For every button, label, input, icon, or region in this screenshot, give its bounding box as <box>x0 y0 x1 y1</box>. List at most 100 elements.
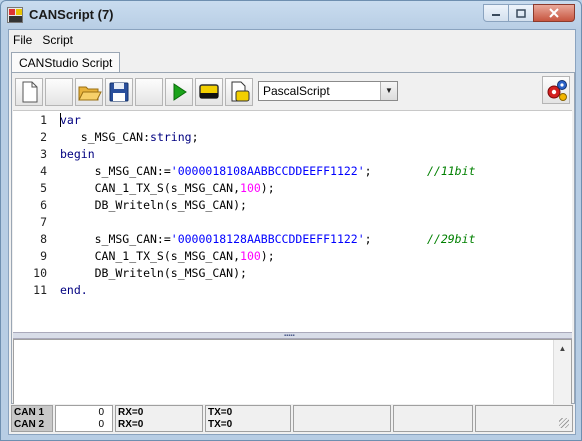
folder-icon <box>78 86 102 101</box>
code-token: 100 <box>240 181 261 195</box>
can1-tx: TX=0 <box>208 407 233 418</box>
code-text: end. <box>60 282 88 299</box>
line-number: 2 <box>40 130 47 144</box>
blank-button[interactable] <box>45 78 73 106</box>
editor-output-splitter[interactable]: ▪▪▪▪▪ <box>13 332 572 339</box>
code-token: string <box>150 130 192 144</box>
code-token: DB_Writeln(s_MSG_CAN); <box>60 198 247 212</box>
save-icon <box>109 82 129 102</box>
toolbar <box>15 76 255 108</box>
close-button[interactable] <box>533 4 575 22</box>
menu-script[interactable]: Script <box>38 33 79 47</box>
chevron-down-icon[interactable]: ▼ <box>380 82 397 100</box>
code-token: end. <box>60 283 88 297</box>
code-token: s_MSG_CAN:= <box>60 232 171 246</box>
tab-strip: CANStudio Script <box>9 51 575 74</box>
code-text: s_MSG_CAN:string; <box>60 129 199 146</box>
code-token: '0000018108AABBCCDDEEFF1122' <box>170 164 365 178</box>
blank-button-2[interactable] <box>135 78 163 106</box>
minimize-button[interactable] <box>483 4 509 22</box>
main-window: CANScript (7) File Script CANStudio Scri… <box>0 0 582 441</box>
stop-button[interactable] <box>195 78 223 106</box>
window-title: CANScript (7) <box>29 7 114 22</box>
minimize-icon <box>492 14 500 16</box>
code-token: //11bit <box>426 164 476 178</box>
step-button[interactable] <box>225 78 253 106</box>
can2-label: CAN 2 <box>14 419 45 430</box>
line-number: 3 <box>40 147 47 161</box>
code-text: s_MSG_CAN:='0000018128AABBCCDDEEFF1122';… <box>60 231 476 248</box>
line-number: 5 <box>40 181 47 195</box>
code-token: //29bit <box>426 232 476 246</box>
can-labels: CAN 1 CAN 2 <box>11 405 53 432</box>
gears-icon <box>547 80 567 101</box>
scroll-up-icon[interactable]: ▲ <box>554 340 571 357</box>
code-token: begin <box>60 147 95 161</box>
code-token: s_MSG_CAN:= <box>60 164 171 178</box>
language-select-value: PascalScript <box>263 84 330 98</box>
code-text: var <box>60 112 81 129</box>
client-area: File Script CANStudio Script PascalScrip… <box>8 29 576 435</box>
line-number: 6 <box>40 198 47 212</box>
close-icon <box>549 8 559 18</box>
settings-button[interactable] <box>542 76 570 104</box>
open-button[interactable] <box>75 78 103 106</box>
code-token: ; <box>364 164 427 178</box>
status-bar: CAN 1 CAN 2 0 0 RX=0 RX=0 TX=0 TX=0 <box>9 404 575 434</box>
can2-tx: TX=0 <box>208 419 233 430</box>
code-text: CAN_1_TX_S(s_MSG_CAN,100); <box>60 248 275 265</box>
line-number: 9 <box>40 249 47 263</box>
can2-rx: RX=0 <box>118 419 144 430</box>
maximize-icon <box>516 8 526 18</box>
code-token: ; <box>191 130 199 144</box>
new-button[interactable] <box>15 78 43 106</box>
caption-buttons <box>483 4 575 22</box>
code-token: CAN_1_TX_S(s_MSG_CAN, <box>60 249 241 263</box>
title-bar[interactable]: CANScript (7) <box>1 1 581 29</box>
new-document-icon <box>22 81 38 103</box>
rx-status: RX=0 RX=0 <box>115 405 203 432</box>
play-icon <box>173 83 187 101</box>
resize-grip-icon[interactable] <box>559 418 569 428</box>
code-token: DB_Writeln(s_MSG_CAN); <box>60 266 247 280</box>
code-token: '0000018128AABBCCDDEEFF1122' <box>170 232 365 246</box>
save-button[interactable] <box>105 78 133 106</box>
can1-rx: RX=0 <box>118 407 144 418</box>
text-caret <box>60 113 61 127</box>
can1-count: 0 <box>98 407 104 418</box>
code-text: s_MSG_CAN:='0000018108AABBCCDDEEFF1122';… <box>60 163 476 180</box>
code-token: ); <box>260 181 275 195</box>
can-counts: 0 0 <box>55 405 113 432</box>
menu-bar: File Script <box>9 30 575 50</box>
tx-status: TX=0 TX=0 <box>205 405 291 432</box>
code-token: CAN_1_TX_S(s_MSG_CAN, <box>60 181 241 195</box>
code-text: begin <box>60 146 95 163</box>
app-icon[interactable] <box>7 7 23 23</box>
line-number: 10 <box>33 266 47 280</box>
stop-icon <box>199 84 219 99</box>
language-select[interactable]: PascalScript ▼ <box>258 81 398 101</box>
code-text: DB_Writeln(s_MSG_CAN); <box>60 265 247 282</box>
code-token: ); <box>260 249 275 263</box>
code-token: ; <box>364 232 427 246</box>
code-editor[interactable]: 1 var 2 s_MSG_CAN:string; 3 begin 4 s_MSG_CAN… <box>13 110 572 333</box>
line-number: 8 <box>40 232 47 246</box>
maximize-button[interactable] <box>508 4 534 22</box>
tab-canstudio-script[interactable]: CANStudio Script <box>11 52 121 74</box>
line-number: 7 <box>40 215 47 229</box>
code-token: var <box>60 113 81 127</box>
line-number: 4 <box>40 164 47 178</box>
document-step-icon <box>231 81 250 102</box>
menu-file[interactable]: File <box>9 33 38 47</box>
tab-content: PascalScript ▼ 1 var 2 s_MSG_CAN:string; 3 b… <box>11 72 575 428</box>
run-button[interactable] <box>165 78 193 106</box>
code-token: 100 <box>240 249 261 263</box>
code-text: DB_Writeln(s_MSG_CAN); <box>60 197 247 214</box>
code-text: CAN_1_TX_S(s_MSG_CAN,100); <box>60 180 275 197</box>
code-token: s_MSG_CAN: <box>60 130 151 144</box>
status-panel-empty-2 <box>393 405 473 432</box>
line-number: 1 <box>40 113 47 127</box>
can2-count: 0 <box>98 419 104 430</box>
status-panel-empty-1 <box>293 405 391 432</box>
line-number: 11 <box>33 283 47 297</box>
